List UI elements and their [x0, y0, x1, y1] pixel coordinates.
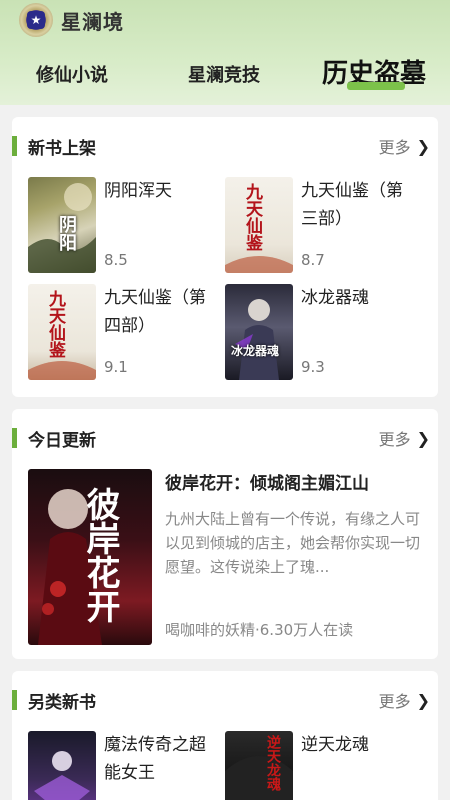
book-cover[interactable]: 彼岸花开: [28, 469, 152, 645]
book-score: 8.5: [104, 251, 128, 269]
more-label: 更多: [378, 692, 411, 711]
more-label: 更多: [378, 430, 411, 449]
tab-jingji[interactable]: 星澜竞技: [188, 61, 260, 87]
section-title: 新书上架: [28, 139, 96, 159]
cover-art: [34, 751, 90, 800]
book-title: 逆天龙魂: [301, 735, 369, 755]
cover-title: 九天仙鉴: [242, 183, 262, 251]
tab-xiuxian[interactable]: 修仙小说: [36, 61, 108, 87]
app-logo-icon: ★: [19, 3, 53, 37]
more-button[interactable]: 更多 ❯: [379, 426, 430, 450]
book-meta: 喝咖啡的妖精·6.30万人在读: [165, 621, 354, 639]
cover-title: 彼岸花开: [80, 487, 120, 623]
cover-art: [225, 756, 293, 800]
book-item[interactable]: 魔法传奇之超能女王: [28, 731, 228, 800]
book-item[interactable]: 逆天龙魂 逆天龙魂: [225, 731, 430, 800]
book-cover: 九天仙鉴: [225, 177, 293, 273]
book-title: 九天仙鉴（第四部）: [104, 288, 206, 336]
section-accent-bar: [12, 428, 17, 448]
chevron-right-icon: ❯: [416, 136, 430, 156]
section-header: 今日更新 更多 ❯: [12, 409, 438, 465]
cover-title: 逆天龙魂: [265, 735, 281, 791]
app-title: 星澜境: [61, 10, 124, 34]
active-tab-indicator: [347, 82, 405, 90]
section-header: 新书上架 更多 ❯: [12, 117, 438, 173]
cover-art: [235, 299, 279, 380]
book-cover: 冰龙器魂: [225, 284, 293, 380]
book-cover: 九天仙鉴: [28, 284, 96, 380]
cover-title: 阴阳: [56, 215, 77, 251]
cover-title: 冰龙器魂: [231, 344, 280, 358]
section-other-new: 另类新书 更多 ❯ 魔法传奇之超能女王 逆天龙魂 逆天龙魂: [12, 671, 438, 800]
book-cover: [28, 731, 96, 800]
more-button[interactable]: 更多 ❯: [379, 134, 430, 158]
section-today-update: 今日更新 更多 ❯ 彼岸花开 彼岸花开：倾城阁主媚江山 九州大陆上曾有一个传说，…: [12, 409, 438, 659]
star-icon: ★: [27, 11, 45, 29]
book-title: 魔法传奇之超能女王: [104, 735, 206, 783]
book-item[interactable]: 冰龙器魂 冰龙器魂 9.3: [225, 284, 430, 384]
chevron-right-icon: ❯: [416, 428, 430, 448]
book-description: 九州大陆上曾有一个传说，有缘之人可以见到倾城的店主，她会帮你实现一切愿望。这传说…: [165, 510, 421, 576]
book-item[interactable]: 阴阳 阴阳浑天 8.5: [28, 177, 228, 277]
section-new-books: 新书上架 更多 ❯ 阴阳 阴阳浑天 8.5 九天仙鉴 九天仙鉴（第三部） 8.7: [12, 117, 438, 397]
book-score: 8.7: [301, 251, 325, 269]
section-accent-bar: [12, 136, 17, 156]
section-accent-bar: [12, 690, 17, 710]
book-title: 九天仙鉴（第三部）: [301, 181, 403, 229]
section-header: 另类新书 更多 ❯: [12, 671, 438, 727]
more-label: 更多: [378, 138, 411, 157]
section-title: 今日更新: [28, 431, 96, 451]
book-score: 9.1: [104, 358, 128, 376]
chevron-right-icon: ❯: [416, 690, 430, 710]
more-button[interactable]: 更多 ❯: [379, 688, 430, 712]
cover-title: 九天仙鉴: [45, 290, 65, 358]
book-cover: 逆天龙魂: [225, 731, 293, 800]
book-item[interactable]: 九天仙鉴 九天仙鉴（第四部） 9.1: [28, 284, 228, 384]
section-title: 另类新书: [28, 693, 96, 713]
book-title: 冰龙器魂: [301, 288, 369, 308]
book-title: 阴阳浑天: [104, 181, 172, 201]
book-item[interactable]: 九天仙鉴 九天仙鉴（第三部） 8.7: [225, 177, 430, 277]
book-score: 9.3: [301, 358, 325, 376]
book-cover: 阴阳: [28, 177, 96, 273]
book-title[interactable]: 彼岸花开：倾城阁主媚江山: [165, 469, 369, 494]
